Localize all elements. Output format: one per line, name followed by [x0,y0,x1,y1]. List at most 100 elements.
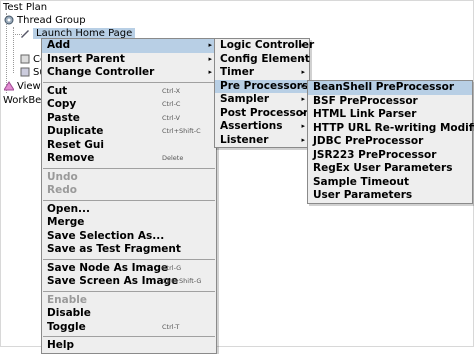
tree-node-thread-group[interactable]: Thread Group [4,14,86,28]
menu-item-disable[interactable]: Disable [42,307,216,321]
menu-item-remove[interactable]: Remove Delete [42,152,216,166]
shortcut-label: Ctrl-T [162,322,180,331]
pre-processor-item-regex-user-parameters[interactable]: RegEx User Parameters [308,162,472,176]
menu-item-change-controller[interactable]: Change Controller ▸ [42,66,216,80]
shortcut-label: Ctrl-V [162,113,180,122]
shortcut-label: Ctrl-X [162,86,181,95]
menu-item-label: Post Processors [220,106,315,119]
menu-item-save-as-test-fragment[interactable]: Save as Test Fragment [42,243,216,257]
pre-processor-item-bsf-preprocessor[interactable]: BSF PreProcessor [308,95,472,109]
menu-item-label: BSF PreProcessor [313,94,418,107]
pre-processors-submenu: BeanShell PreProcessor BSF PreProcessor HT… [307,80,474,204]
menu-item-label: Save Node As Image [47,261,169,274]
submenu-arrow-icon: ▸ [301,95,305,103]
menu-separator [43,258,215,260]
menu-item-toggle[interactable]: Toggle Ctrl-T [42,321,216,335]
menu-item-label: Insert Parent [47,52,125,65]
shortcut-label: Delete [162,154,184,162]
add-submenu-item-post-processors[interactable]: Post Processors ▸ [215,107,314,121]
pre-processor-item-html-link-parser[interactable]: HTML Link Parser [308,108,472,122]
submenu-arrow-icon: ▸ [301,41,305,49]
pre-processor-item-user-parameters[interactable]: User Parameters [308,189,472,203]
add-submenu-item-sampler[interactable]: Sampler ▸ [215,93,309,107]
menu-item-label: JDBC PreProcessor [313,135,424,147]
menu-item-copy[interactable]: Copy Ctrl-C [42,98,216,112]
menu-item-label: Copy [47,98,77,110]
pre-processor-item-jsr223-preprocessor[interactable]: JSR223 PreProcessor [308,149,472,163]
menu-item-add[interactable]: Add ▸ [42,39,216,53]
tree-node-view-partial[interactable]: View [3,80,41,94]
menu-item-redo[interactable]: Redo [42,184,216,198]
menu-item-label: Config Element [220,52,310,65]
sampler-icon [20,67,30,77]
menu-item-label: BeanShell PreProcessor [313,81,455,93]
shortcut-label: Ctrl+Shift-C [162,127,201,135]
add-submenu-item-listener[interactable]: Listener ▸ [215,134,309,148]
menu-item-merge[interactable]: Merge [42,216,216,230]
menu-item-label: Remove [47,152,95,164]
listener-icon [3,81,15,91]
menu-item-label: HTTP URL Re-writing Modifier [313,121,474,134]
menu-item-cut[interactable]: Cut Ctrl-X [42,85,216,99]
pre-processor-item-beanshell-preprocessor[interactable]: BeanShell PreProcessor [308,81,472,95]
context-menu: Add ▸ Insert Parent ▸ Change Controller ▸ Cut C… [41,38,217,354]
menu-item-label: Redo [47,184,77,196]
add-submenu-item-assertions[interactable]: Assertions ▸ [215,120,309,134]
menu-item-label: Sample Timeout [313,175,410,188]
sampler-icon [20,54,30,64]
menu-item-paste[interactable]: Paste Ctrl-V [42,112,216,126]
add-submenu-item-logic-controller[interactable]: Logic Controller ▸ [215,39,314,53]
add-submenu: Logic Controller ▸ Config Element ▸ Timer ▸ Pr… [214,38,314,148]
shortcut-label: Ctrl-C [162,100,181,108]
add-submenu-item-timer[interactable]: Timer ▸ [215,66,309,80]
menu-item-label: Paste [47,111,80,124]
menu-item-label: Save Screen As Image [47,275,179,287]
menu-item-save-selection-as[interactable]: Save Selection As... [42,230,216,244]
menu-item-label: Undo [47,170,78,183]
menu-item-label: Sampler [220,93,270,105]
menu-item-label: Pre Processors [220,79,309,92]
shortcut-label: Ctrl-G [162,263,182,272]
menu-separator [43,81,215,83]
menu-item-label: Disable [47,307,91,319]
add-submenu-item-config-element[interactable]: Config Element ▸ [215,52,310,67]
submenu-arrow-icon: ▸ [301,68,305,76]
tree-node-test-plan[interactable]: Test Plan [3,1,47,15]
menu-item-save-screen-as-image[interactable]: Save Screen As Image Ctrl+Shift-G [42,275,216,289]
pre-processor-item-jdbc-preprocessor[interactable]: JDBC PreProcessor [308,135,472,149]
sampler-icon [20,28,30,38]
add-submenu-item-pre-processors[interactable]: Pre Processors ▸ [215,79,309,93]
pre-processor-item-http-url-re-writing-modifier[interactable]: HTTP URL Re-writing Modifier [308,121,474,136]
menu-item-help[interactable]: Help [42,339,216,353]
menu-item-enable[interactable]: Enable [42,294,216,308]
menu-item-label: Enable [47,293,87,306]
submenu-arrow-icon: ▸ [208,54,212,63]
menu-item-label: RegEx User Parameters [313,162,453,174]
shortcut-label: Ctrl+Shift-G [162,277,202,285]
pre-processor-item-sample-timeout[interactable]: Sample Timeout [308,176,472,190]
thread-group-icon [4,15,14,25]
submenu-arrow-icon: ▸ [301,122,305,130]
menu-item-label: Duplicate [47,125,104,137]
menu-item-duplicate[interactable]: Duplicate Ctrl+Shift-C [42,125,216,139]
thread-group-label: Thread Group [17,15,86,26]
menu-separator [43,336,215,337]
menu-item-save-node-as-image[interactable]: Save Node As Image Ctrl-G [42,262,216,276]
menu-item-label: Save Selection As... [47,229,165,242]
submenu-arrow-icon: ▸ [301,135,305,144]
test-plan-label: Test Plan [3,2,48,13]
submenu-arrow-icon: ▸ [301,54,305,63]
menu-item-label: Reset Gui [47,138,104,151]
submenu-arrow-icon: ▸ [301,108,305,117]
menu-item-open[interactable]: Open... [42,203,216,217]
menu-item-label: Logic Controller [220,39,315,51]
menu-item-insert-parent[interactable]: Insert Parent ▸ [42,53,216,67]
submenu-arrow-icon: ▸ [208,68,212,76]
tree-partial-label: View [17,81,41,92]
menu-item-reset-gui[interactable]: Reset Gui [42,139,216,153]
submenu-arrow-icon: ▸ [301,81,305,90]
menu-item-undo[interactable]: Undo [42,171,216,185]
menu-separator [43,167,215,169]
menu-item-label: HTML Link Parser [313,108,417,120]
menu-item-label: Assertions [220,120,283,132]
